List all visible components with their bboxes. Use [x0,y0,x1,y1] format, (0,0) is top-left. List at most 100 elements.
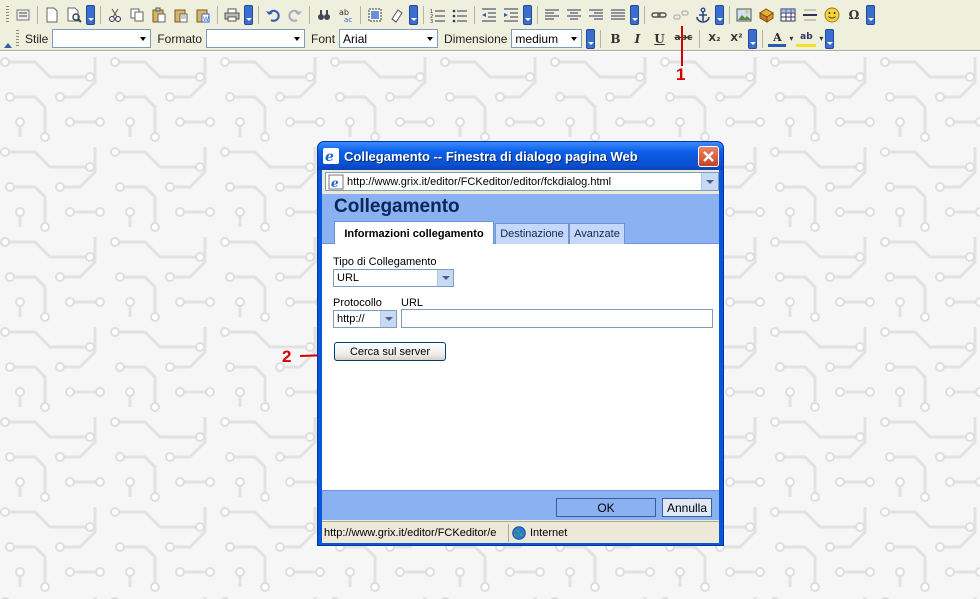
numbered-list-icon[interactable]: 123 [429,6,447,24]
toolbar-dropdown[interactable] [586,28,596,49]
cancel-button[interactable]: Annulla [662,498,712,517]
strikethrough-button[interactable]: abc [672,30,694,48]
font-value: Arial [343,31,368,46]
format-combo[interactable] [206,29,306,48]
italic-button[interactable]: I [628,30,646,48]
toolbar-dropdown[interactable] [523,4,532,25]
toolbar-separator [258,5,259,24]
align-right-icon[interactable] [587,6,605,24]
anchor-icon[interactable] [694,6,712,24]
toolbar-dropdown[interactable] [715,4,724,25]
align-left-icon[interactable] [543,6,561,24]
align-justify-icon[interactable] [609,6,627,24]
underline-button[interactable]: U [650,30,668,48]
protocol-value: http:// [337,313,365,325]
size-combo[interactable]: medium [511,29,583,48]
svg-text:ac: ac [344,16,352,23]
undo-icon[interactable] [264,6,282,24]
special-char-icon[interactable]: Ω [845,6,863,24]
paste-text-icon[interactable] [172,6,190,24]
indent-icon[interactable] [502,6,520,24]
toolbar-separator [644,5,645,24]
print-icon[interactable] [223,6,241,24]
text-color-button[interactable]: A [768,31,787,47]
remove-format-icon[interactable] [388,6,406,24]
address-bar: e http://www.grix.it/editor/FCKeditor/ed… [322,170,719,194]
replace-icon[interactable]: ab ac [337,6,355,24]
toolbar-separator [699,29,701,48]
chevron-down-icon[interactable] [701,173,718,190]
protocol-select[interactable]: http:// [333,310,397,328]
bold-button[interactable]: B [606,30,624,48]
url-input[interactable] [401,309,713,328]
outdent-icon[interactable] [480,6,498,24]
toolbar-dropdown[interactable] [630,4,639,25]
link-type-select[interactable]: URL [333,269,454,287]
toolbar-separator [360,5,361,24]
chevron-down-icon[interactable]: ▾ [788,30,794,48]
source-icon[interactable] [14,6,32,24]
tab-link-info[interactable]: Informazioni collegamento [334,221,494,245]
link-type-label: Tipo di Collegamento [333,256,437,268]
toolbar-dropdown[interactable] [866,4,875,25]
page-icon: e [328,174,344,190]
svg-text:3: 3 [430,19,433,23]
paste-word-icon[interactable]: W [194,6,212,24]
close-button[interactable] [698,146,719,167]
table-icon[interactable] [779,6,797,24]
toolbar-dropdown[interactable] [409,4,418,25]
toolbar-dropdown[interactable] [748,28,758,49]
redo-icon[interactable] [286,6,304,24]
dialog-title: Collegamento -- Finestra di dialogo pagi… [344,148,638,164]
flash-icon[interactable] [757,6,775,24]
bullet-list-icon[interactable] [451,6,469,24]
toolbar-separator [474,5,475,24]
toolbar-separator [100,5,101,24]
tab-target[interactable]: Destinazione [495,223,569,244]
chevron-down-icon[interactable] [289,30,304,47]
align-center-icon[interactable] [565,6,583,24]
paste-icon[interactable] [150,6,168,24]
find-icon[interactable] [315,6,333,24]
chevron-down-icon[interactable] [380,311,396,327]
fck-dialog-header: Collegamento Informazioni collegamento D… [322,194,719,245]
select-all-icon[interactable] [366,6,384,24]
size-value: medium [515,31,559,46]
new-page-icon[interactable] [43,6,61,24]
toolbar-separator [423,5,424,24]
horizontal-rule-icon[interactable] [801,6,819,24]
superscript-button[interactable]: X² [727,30,745,48]
copy-icon[interactable] [128,6,146,24]
preview-icon[interactable] [65,6,83,24]
bg-color-button[interactable]: ab [796,31,817,47]
chevron-down-icon[interactable] [566,30,581,47]
cut-icon[interactable] [106,6,124,24]
toolbar-grip[interactable] [6,5,9,24]
toolbar-dropdown[interactable] [244,4,253,25]
toolbar-grip[interactable] [16,29,19,48]
tab-advanced[interactable]: Avanzate [569,223,625,244]
image-icon[interactable] [735,6,753,24]
address-field[interactable]: e http://www.grix.it/editor/FCKeditor/ed… [325,172,719,191]
dialog-titlebar[interactable]: e Collegamento -- Finestra di dialogo pa… [318,142,723,170]
chevron-down-icon[interactable]: ▾ [818,30,824,48]
status-bar: http://www.grix.it/editor/FCKeditor/e In… [322,521,719,543]
link-icon[interactable] [650,6,668,24]
browse-server-button[interactable]: Cerca sul server [334,342,446,361]
security-zone: Internet [508,523,567,542]
toolbar-separator [309,5,310,24]
font-label: Font [311,31,336,46]
unlink-icon[interactable] [672,6,690,24]
collapse-toolbar-icon[interactable] [4,43,12,48]
ok-button[interactable]: OK [556,498,656,517]
toolbar-dropdown[interactable] [825,28,835,49]
toolbar-dropdown[interactable] [86,4,95,25]
smiley-icon[interactable] [823,6,841,24]
chevron-down-icon[interactable] [422,30,437,47]
chevron-down-icon[interactable] [135,30,150,47]
globe-icon [512,525,526,540]
chevron-down-icon[interactable] [437,270,453,286]
style-combo[interactable] [52,29,152,48]
font-combo[interactable]: Arial [339,29,439,48]
subscript-button[interactable]: X₂ [705,30,723,48]
